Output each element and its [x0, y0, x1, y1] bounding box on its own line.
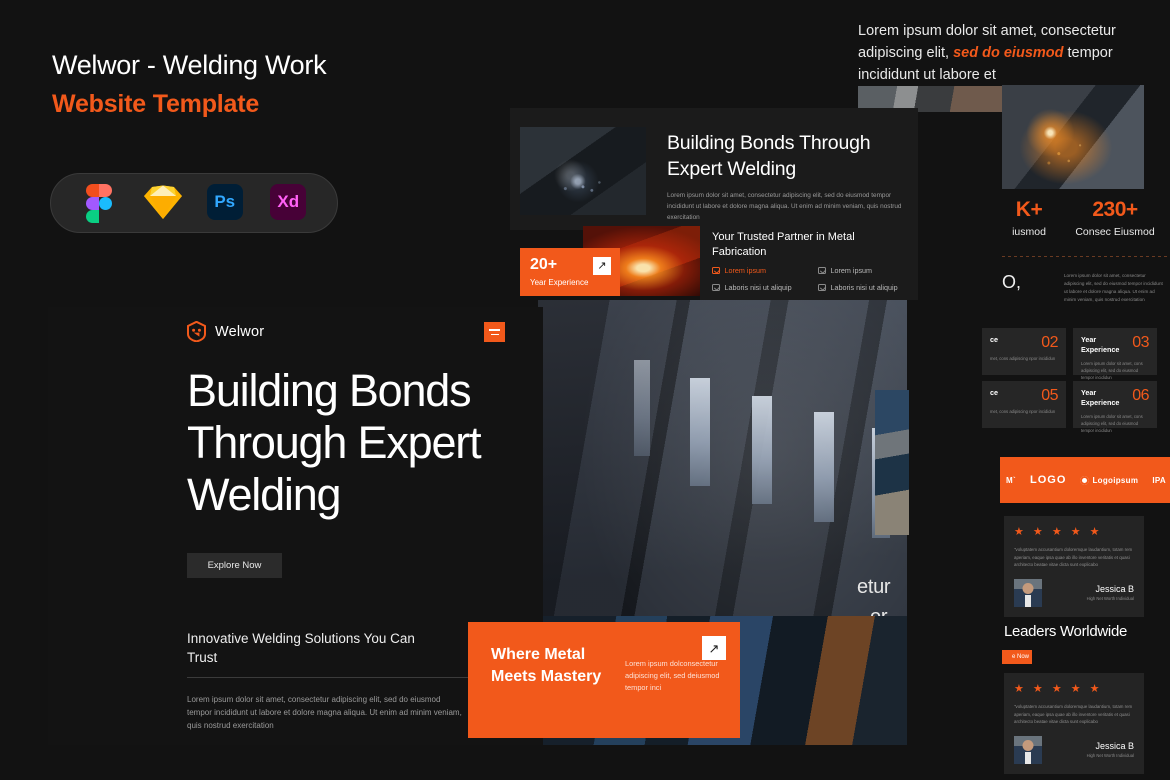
numbered-card-desc: Lorem ipsum dolor sit amet, cons adipisc…	[1081, 414, 1143, 433]
client-logo-4: IPA	[1152, 475, 1166, 485]
hero-headline: Building Bonds Through Expert Welding	[187, 365, 482, 520]
building-bonds-heading: Building Bonds Through Expert Welding	[667, 132, 871, 180]
leaders-cta-button[interactable]: e Now	[1002, 650, 1032, 664]
mastery-card: Where Metal Meets Mastery Lorem ipsum do…	[468, 622, 740, 738]
hamburger-menu-icon[interactable]	[484, 322, 505, 342]
numbered-card-03: Year Experience 03 Lorem ipsum dolor sit…	[1073, 328, 1157, 380]
arrow-up-right-icon[interactable]: ↗	[593, 257, 611, 275]
client-logo-2: LOGO	[1030, 474, 1067, 486]
tool-badges-pill: Ps Xd	[50, 173, 338, 233]
numbered-card-title: ce	[990, 388, 998, 397]
star-rating-icon: ★ ★ ★ ★ ★	[1014, 683, 1103, 695]
page-title: Welwor - Welding Work	[52, 50, 327, 80]
building-bonds-card: Building Bonds Through Expert Welding Lo…	[510, 108, 918, 230]
feature-label: Lorem ipsum	[724, 266, 767, 275]
numbered-card-desc: met, cons adipiscing npor incididun	[990, 409, 1056, 414]
hero-subheading: Innovative Welding Solutions You Can Tru…	[187, 631, 415, 665]
welder-photo	[520, 127, 646, 215]
feature-label: Lorem ipsum	[830, 266, 873, 275]
client-logo-3: Logoipsum	[1080, 476, 1138, 485]
feature-item-2: Lorem ipsum	[818, 266, 872, 275]
feature-item-1: Lorem ipsum	[712, 266, 766, 275]
numbered-card-02: ce 02 met, cons adipiscing npor incididu…	[982, 328, 1066, 375]
star-rating-icon: ★ ★ ★ ★ ★	[1014, 526, 1103, 538]
numbered-card-05: ce 05 met, cons adipiscing npor incididu…	[982, 381, 1066, 428]
right-column: K+ iusmod 230+ Consec Eiusmod O, Lorem i…	[982, 0, 1170, 780]
testimonial-author: Jessica B High Net Worth Individual	[1014, 735, 1134, 764]
numbered-card-desc: Lorem ipsum dolor sit amet, cons adipisc…	[1081, 361, 1143, 380]
arrow-up-right-icon[interactable]: ↗	[702, 636, 726, 660]
shield-logo-icon	[187, 321, 206, 342]
stats-row: K+ iusmod 230+ Consec Eiusmod	[1002, 198, 1170, 260]
hero-divider	[187, 677, 491, 678]
hero-logo-text: Welwor	[215, 323, 265, 340]
photoshop-label: Ps	[206, 184, 243, 220]
numbered-card-title: ce	[990, 335, 998, 344]
testimonial-author-role: High Net Worth Individual	[1086, 753, 1134, 759]
numbered-card-desc: met, cons adipiscing npor incididun	[990, 356, 1056, 361]
feature-item-4: Laboris nisi ut aliquip	[818, 283, 898, 292]
stats-divider	[1002, 256, 1170, 257]
numbered-card-06: Year Experience 06 Lorem ipsum dolor sit…	[1073, 381, 1157, 433]
numbered-card-title: Year Experience	[1081, 335, 1120, 354]
construction-site-photo	[875, 390, 909, 535]
testimonial-author-role: High Net Worth Individual	[1086, 596, 1134, 602]
stat-number: K+	[1015, 198, 1043, 221]
check-icon	[818, 283, 826, 292]
stat-item-2: 230+ Consec Eiusmod	[1060, 198, 1170, 238]
testimonial-author-name: Jessica B	[1095, 741, 1134, 752]
adobe-xd-label: Xd	[270, 184, 307, 220]
trusted-partner-heading: Your Trusted Partner in Metal Fabricatio…	[712, 231, 855, 258]
hero-logo[interactable]: Welwor	[187, 321, 264, 342]
numbered-card-title: Year Experience	[1081, 388, 1120, 407]
check-icon	[818, 266, 826, 275]
testimonial-quote: "voluptatem accusantium doloremque lauda…	[1014, 547, 1133, 568]
testimonial-quote: "voluptatem accusantium doloremque lauda…	[1014, 704, 1133, 725]
testimonial-card-1: ★ ★ ★ ★ ★ "voluptatem accusantium dolore…	[1004, 516, 1144, 617]
mastery-heading: Where Metal Meets Mastery	[491, 646, 602, 685]
mastery-body: Lorem ipsum dolconsectetur adipiscing el…	[625, 659, 720, 692]
avatar	[1014, 735, 1042, 764]
hero-body-text: Lorem ipsum dolor sit amet, consectetur …	[187, 695, 462, 730]
stat-number: 230+	[1092, 198, 1138, 221]
check-icon	[712, 283, 720, 292]
client-logo-bar: M` LOGO Logoipsum IPA	[1000, 457, 1170, 503]
explore-now-button[interactable]: Explore Now	[187, 553, 282, 578]
feature-label: Laboris nisi ut aliquip	[724, 283, 792, 292]
client-logo-1: M`	[1006, 475, 1016, 485]
feature-label: Laboris nisi ut aliquip	[830, 283, 898, 292]
adobe-xd-icon: Xd	[270, 184, 308, 222]
figma-icon	[80, 184, 118, 223]
experience-badge: 20+ Year Experience ↗	[520, 248, 620, 296]
feature-item-3: Laboris nisi ut aliquip	[712, 283, 792, 292]
screenshot-canvas: Welwor - Welding Work Website Template P…	[0, 0, 1170, 780]
check-icon	[712, 266, 720, 275]
experience-number: 20+	[530, 256, 558, 273]
numbered-card-number: 02	[1041, 334, 1058, 351]
building-bonds-body: Lorem ipsum dolor sit amet, consectetur …	[667, 192, 902, 221]
numbered-card-number: 03	[1132, 334, 1149, 351]
ghost-character: O,	[1002, 272, 1022, 292]
avatar	[1014, 578, 1042, 607]
testimonial-author-name: Jessica B	[1095, 584, 1134, 595]
photoshop-icon: Ps	[206, 184, 245, 222]
stat-item-1: K+ iusmod	[1004, 198, 1054, 238]
page-subtitle: Website Template	[52, 90, 260, 118]
sketch-icon	[143, 184, 183, 222]
numbered-card-number: 05	[1041, 387, 1058, 404]
testimonial-author: Jessica B High Net Worth Individual	[1014, 578, 1134, 607]
experience-label: Year Experience	[530, 278, 589, 287]
stat-label: Consec Eiusmod	[1075, 226, 1155, 238]
stats-body-text: Lorem ipsum dolor sit amet, consectetur …	[1064, 273, 1163, 302]
ghost-text-line-1: etur	[857, 576, 891, 598]
stat-label: iusmod	[1012, 226, 1046, 238]
trusted-partner-card: Your Trusted Partner in Metal Fabricatio…	[700, 222, 918, 300]
leaders-heading: Leaders Worldwide	[1004, 623, 1128, 640]
numbered-card-number: 06	[1132, 387, 1149, 404]
testimonial-card-2: ★ ★ ★ ★ ★ "voluptatem accusantium dolore…	[1004, 673, 1144, 774]
